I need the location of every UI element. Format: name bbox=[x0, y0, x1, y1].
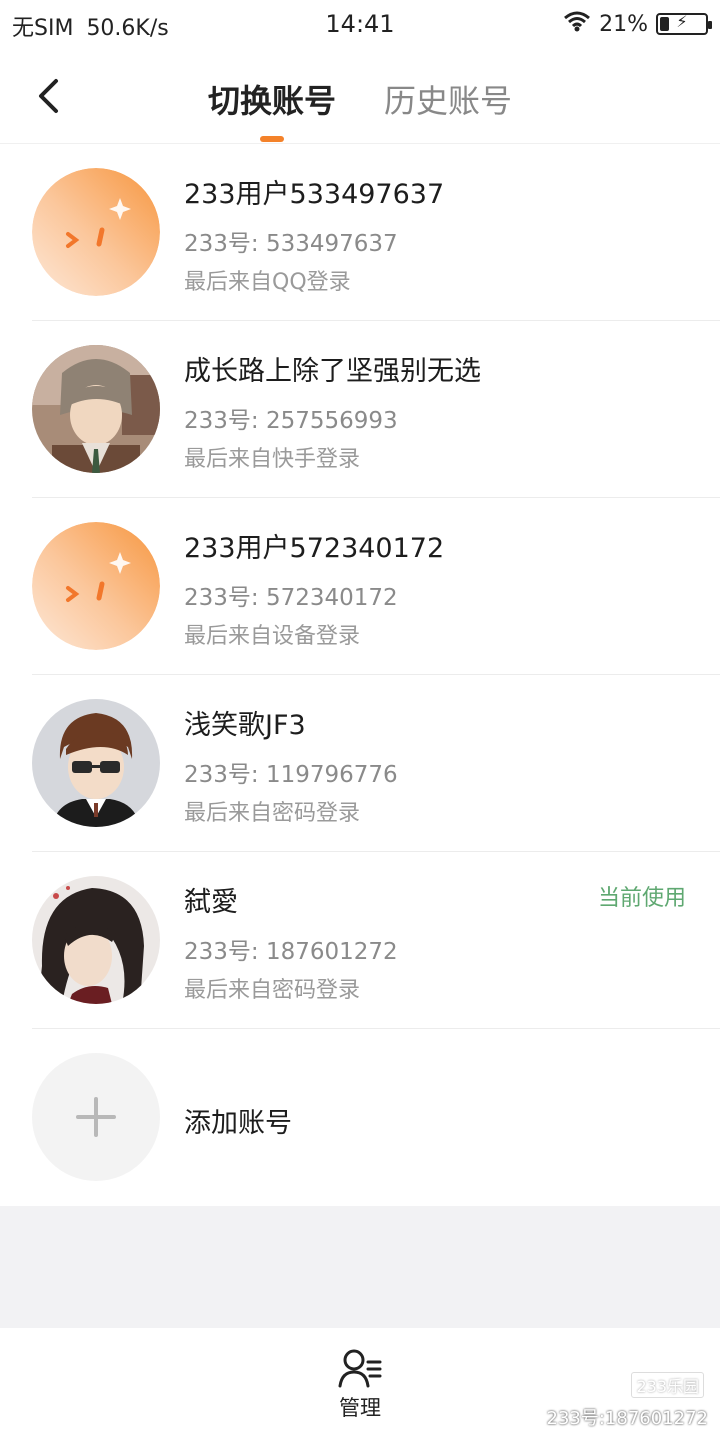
add-account-button[interactable]: 添加账号 bbox=[32, 1029, 720, 1205]
watermark-text: 233号:187601272 bbox=[546, 1408, 709, 1429]
avatar bbox=[32, 522, 160, 650]
account-list: 233用户533497637 233号: 533497637 最后来自QQ登录 … bbox=[0, 144, 720, 1205]
account-last-login: 最后来自设备登录 bbox=[184, 624, 361, 649]
account-item[interactable]: 成长路上除了坚强别无选 233号: 257556993 最后来自快手登录 bbox=[32, 321, 720, 498]
account-last-login: 最后来自快手登录 bbox=[184, 447, 361, 472]
manage-label: 管理 bbox=[339, 1396, 381, 1420]
tab-indicator bbox=[260, 136, 284, 142]
avatar bbox=[32, 168, 160, 296]
top-nav: 切换账号 历史账号 bbox=[0, 52, 720, 144]
account-item[interactable]: 233用户533497637 233号: 533497637 最后来自QQ登录 bbox=[32, 144, 720, 321]
tab-switch-account[interactable]: 切换账号 bbox=[208, 76, 336, 122]
account-id: 233号: 572340172 bbox=[184, 585, 398, 611]
account-item[interactable]: 233用户572340172 233号: 572340172 最后来自设备登录 bbox=[32, 498, 720, 675]
battery-icon: ⚡ bbox=[656, 12, 712, 35]
back-button[interactable] bbox=[28, 74, 68, 118]
account-id: 233号: 533497637 bbox=[184, 231, 398, 257]
status-bar: 无SIM 50.6K/s 14:41 21% ⚡ bbox=[0, 0, 720, 52]
wifi-icon bbox=[563, 10, 591, 38]
empty-area bbox=[0, 1206, 720, 1328]
avatar bbox=[32, 876, 160, 1004]
account-id: 233号: 119796776 bbox=[184, 762, 398, 788]
plus-icon bbox=[76, 1097, 116, 1137]
current-account-badge: 当前使用 bbox=[597, 886, 686, 911]
manage-button[interactable]: 管理 bbox=[320, 1348, 400, 1428]
chevron-left-icon bbox=[39, 79, 58, 113]
account-item[interactable]: 浅笑歌JF3 233号: 119796776 最后来自密码登录 bbox=[32, 675, 720, 852]
watermark-logo: 233乐园 bbox=[631, 1372, 704, 1398]
account-last-login: 最后来自密码登录 bbox=[184, 978, 361, 1003]
bottom-bar: 管理 233乐园 233号:187601272 bbox=[0, 1328, 720, 1440]
account-name: 233用户572340172 bbox=[184, 533, 445, 564]
account-name: 弑愛 bbox=[184, 887, 238, 918]
status-right: 21% ⚡ bbox=[563, 10, 712, 38]
avatar bbox=[32, 345, 160, 473]
charging-bolt-icon: ⚡ bbox=[676, 12, 688, 31]
battery-percent: 21% bbox=[599, 11, 648, 37]
account-last-login: 最后来自QQ登录 bbox=[184, 270, 351, 295]
user-manage-icon bbox=[338, 1349, 382, 1388]
account-name: 浅笑歌JF3 bbox=[184, 710, 306, 741]
avatar bbox=[32, 699, 160, 827]
account-last-login: 最后来自密码登录 bbox=[184, 801, 361, 826]
account-id: 233号: 257556993 bbox=[184, 408, 398, 434]
account-item[interactable]: 弑愛 233号: 187601272 最后来自密码登录 当前使用 bbox=[32, 852, 720, 1029]
add-account-label: 添加账号 bbox=[184, 1108, 292, 1139]
account-name: 成长路上除了坚强别无选 bbox=[184, 356, 481, 387]
account-name: 233用户533497637 bbox=[184, 179, 445, 210]
add-avatar-circle bbox=[32, 1053, 160, 1181]
account-id: 233号: 187601272 bbox=[184, 939, 398, 965]
tab-history-account[interactable]: 历史账号 bbox=[384, 76, 512, 122]
